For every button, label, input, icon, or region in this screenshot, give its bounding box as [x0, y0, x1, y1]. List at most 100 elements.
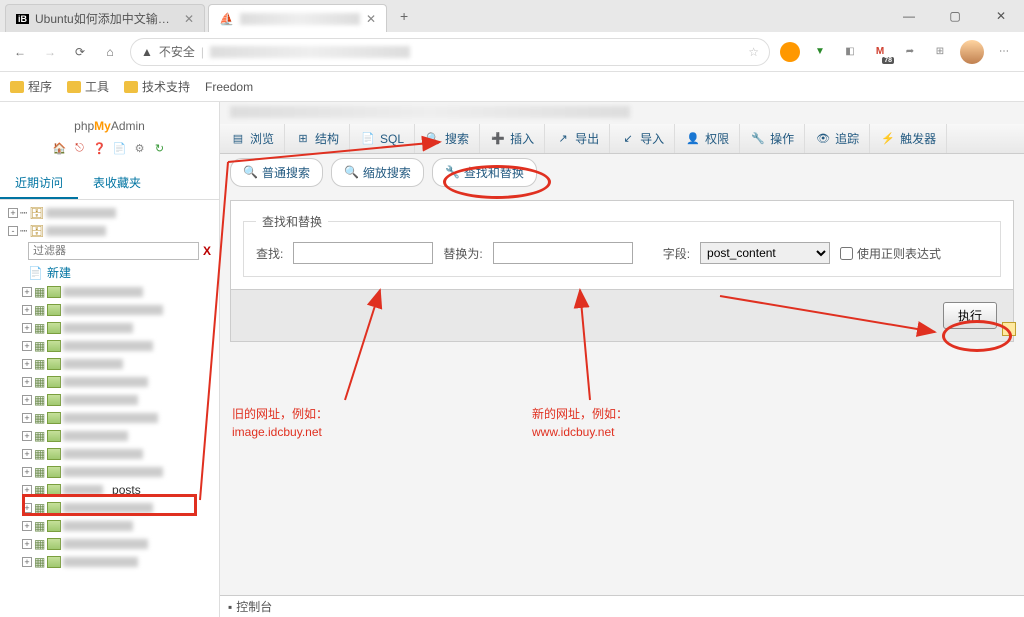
menu-structure[interactable]: ⊞结构	[285, 124, 350, 153]
table-row[interactable]: +▦	[22, 283, 215, 301]
collapse-icon[interactable]: -	[8, 226, 18, 236]
url-input[interactable]: ▲ 不安全 | ☆	[130, 38, 770, 66]
expand-icon[interactable]: +	[22, 323, 32, 333]
new-table-link[interactable]: 📄新建	[28, 262, 215, 283]
settings-icon[interactable]: ⚙	[132, 140, 148, 156]
bookmark-tools[interactable]: 工具	[67, 78, 109, 95]
browser-tab-1[interactable]: ⛵ ✕	[208, 4, 387, 32]
extension-generic-icon[interactable]: ◧	[840, 42, 860, 62]
logout-icon[interactable]: ⎋	[72, 140, 88, 156]
table-row[interactable]: +▦	[22, 373, 215, 391]
tab-recent[interactable]: 近期访问	[0, 168, 78, 199]
filter-input[interactable]	[28, 242, 199, 260]
extension-gmail-icon[interactable]: M78	[870, 42, 890, 62]
tab-favorites[interactable]: 表收藏夹	[78, 168, 156, 199]
menu-search[interactable]: 🔍搜索	[415, 124, 480, 153]
menu-insert[interactable]: ➕插入	[480, 124, 545, 153]
expand-icon[interactable]: +	[22, 521, 32, 531]
table-icon	[47, 448, 61, 460]
extension-share-icon[interactable]: ➦	[900, 42, 920, 62]
expand-icon[interactable]: +	[22, 287, 32, 297]
home-icon[interactable]: 🏠	[52, 140, 68, 156]
expand-icon[interactable]: +	[22, 431, 32, 441]
subtab-find-replace[interactable]: 🔧查找和替换	[432, 158, 537, 187]
extension-collections-icon[interactable]: ⊞	[930, 42, 950, 62]
expand-icon[interactable]: +	[22, 539, 32, 549]
menu-tracking[interactable]: 👁追踪	[805, 124, 870, 153]
field-select[interactable]: post_content	[700, 242, 830, 264]
console-bar[interactable]: ▪ 控制台	[220, 595, 1024, 617]
table-row-posts[interactable]: +▦_posts	[22, 481, 215, 499]
nav-forward-button[interactable]: →	[40, 42, 60, 62]
docs-icon[interactable]: ❓	[92, 140, 108, 156]
folder-icon	[10, 81, 24, 93]
regex-checkbox[interactable]	[840, 247, 853, 260]
tree-node-expanded[interactable]: -┈🗄	[8, 222, 215, 240]
extension-shield-icon[interactable]: ▼	[810, 42, 830, 62]
expand-icon[interactable]: +	[22, 467, 32, 477]
menu-import[interactable]: ↙导入	[610, 124, 675, 153]
browser-tab-0-title: Ubuntu如何添加中文输入法 / H	[35, 10, 178, 27]
browser-menu-icon[interactable]: ⋯	[994, 42, 1014, 62]
bookmark-programs[interactable]: 程序	[10, 78, 52, 95]
expand-icon[interactable]: +	[22, 485, 32, 495]
subtab-zoom-search[interactable]: 🔍缩放搜索	[331, 158, 424, 187]
menu-triggers[interactable]: ⚡触发器	[870, 124, 947, 153]
sql-icon[interactable]: 📄	[112, 140, 128, 156]
menu-browse[interactable]: ▤浏览	[220, 124, 285, 153]
tab-close-icon[interactable]: ✕	[184, 12, 194, 26]
nav-refresh-button[interactable]: ⟳	[70, 42, 90, 62]
expand-icon[interactable]: +	[22, 503, 32, 513]
nav-home-button[interactable]: ⌂	[100, 42, 120, 62]
replace-input[interactable]	[493, 242, 633, 264]
expand-icon[interactable]: +	[22, 377, 32, 387]
new-tab-button[interactable]: +	[390, 8, 418, 24]
table-row[interactable]: +▦	[22, 427, 215, 445]
table-row[interactable]: +▦	[22, 499, 215, 517]
table-row[interactable]: +▦	[22, 391, 215, 409]
table-row[interactable]: +▦	[22, 301, 215, 319]
menu-export[interactable]: ↗导出	[545, 124, 610, 153]
expand-icon[interactable]: +	[22, 413, 32, 423]
expand-icon[interactable]: +	[22, 305, 32, 315]
table-icon	[47, 340, 61, 352]
nav-back-button[interactable]: ←	[10, 42, 30, 62]
filter-clear-icon[interactable]: X	[199, 244, 215, 258]
table-row[interactable]: +▦	[22, 319, 215, 337]
expand-icon[interactable]: +	[22, 359, 32, 369]
submit-button[interactable]: 执行	[943, 302, 997, 329]
window-minimize-button[interactable]: —	[886, 0, 932, 32]
tree-node[interactable]: +┈🗄	[8, 204, 215, 222]
find-input[interactable]	[293, 242, 433, 264]
table-row[interactable]: +▦	[22, 337, 215, 355]
table-row[interactable]: +▦	[22, 355, 215, 373]
bookmark-freedom[interactable]: Freedom	[205, 80, 253, 94]
expand-icon[interactable]: +	[22, 449, 32, 459]
table-row[interactable]: +▦	[22, 517, 215, 535]
window-maximize-button[interactable]: ▢	[932, 0, 978, 32]
bookmark-support[interactable]: 技术支持	[124, 78, 190, 95]
table-row[interactable]: +▦	[22, 553, 215, 571]
reload-icon[interactable]: ↻	[152, 140, 168, 156]
bookmark-open-icon[interactable]	[1002, 322, 1016, 336]
expand-icon[interactable]: +	[22, 395, 32, 405]
table-row[interactable]: +▦	[22, 463, 215, 481]
subtab-normal-search[interactable]: 🔍普通搜索	[230, 158, 323, 187]
tab-close-icon[interactable]: ✕	[366, 12, 376, 26]
window-close-button[interactable]: ✕	[978, 0, 1024, 32]
extension-orange-icon[interactable]	[780, 42, 800, 62]
menu-sql[interactable]: 📄SQL	[350, 124, 415, 153]
table-row[interactable]: +▦	[22, 445, 215, 463]
table-row[interactable]: +▦	[22, 535, 215, 553]
pma-menubar: ▤浏览 ⊞结构 📄SQL 🔍搜索 ➕插入 ↗导出 ↙导入 👤权限 🔧操作 👁追踪…	[220, 124, 1024, 154]
table-row[interactable]: +▦	[22, 409, 215, 427]
expand-icon[interactable]: +	[22, 341, 32, 351]
expand-icon[interactable]: +	[22, 557, 32, 567]
expand-icon[interactable]: +	[8, 208, 18, 218]
regex-checkbox-label[interactable]: 使用正则表达式	[840, 245, 941, 262]
browser-tab-0[interactable]: iB Ubuntu如何添加中文输入法 / H ✕	[5, 4, 205, 32]
user-avatar[interactable]	[960, 40, 984, 64]
menu-privileges[interactable]: 👤权限	[675, 124, 740, 153]
menu-operations[interactable]: 🔧操作	[740, 124, 805, 153]
star-icon[interactable]: ☆	[748, 45, 759, 59]
